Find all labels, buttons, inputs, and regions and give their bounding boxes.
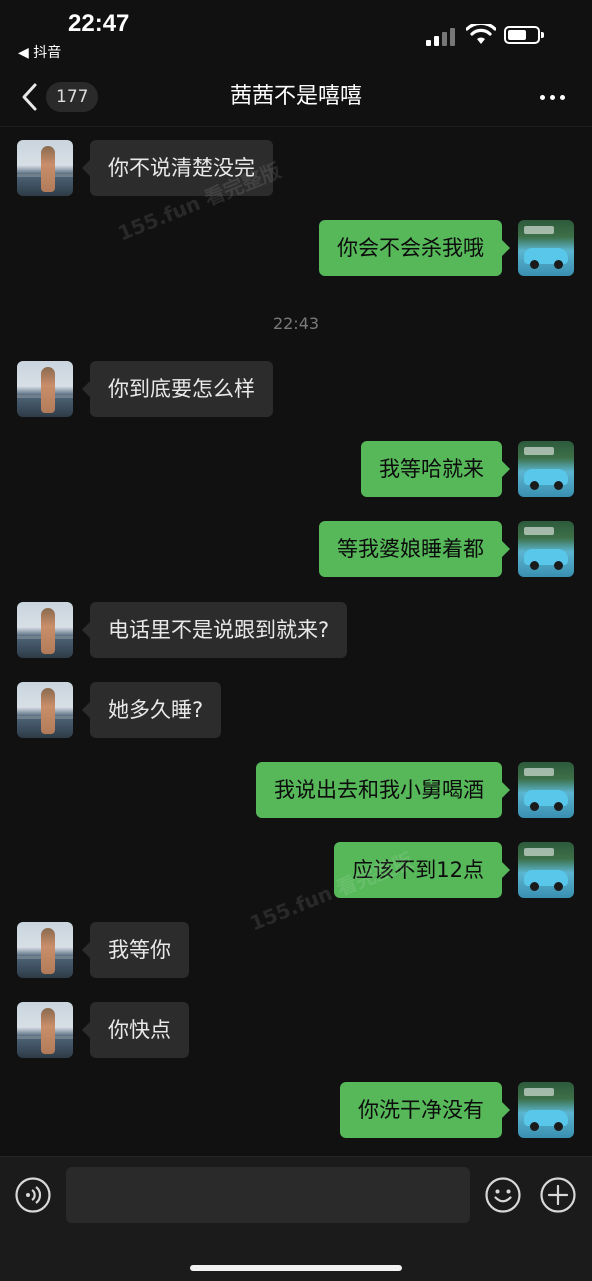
message-timestamp: 22:43 <box>272 314 320 333</box>
outgoing-message-bubble[interactable]: 我说出去和我小舅喝酒 <box>256 762 510 818</box>
incoming-message-bubble[interactable]: 她多久睡? <box>81 682 222 738</box>
message-row: 你快点 <box>0 1002 592 1062</box>
back-to-app-link[interactable]: ◀ 抖音 <box>18 42 61 62</box>
chat-header: 177 茜茜不是嘻嘻 <box>0 70 592 127</box>
contact-avatar[interactable] <box>17 140 73 196</box>
my-avatar[interactable] <box>518 441 574 497</box>
voice-icon[interactable] <box>15 1177 51 1213</box>
contact-avatar[interactable] <box>17 922 73 978</box>
my-avatar[interactable] <box>518 1082 574 1138</box>
wifi-icon <box>466 24 496 44</box>
status-bar: 22:47 ◀ 抖音 <box>0 0 592 70</box>
contact-avatar[interactable] <box>17 602 73 658</box>
message-row: 你会不会杀我哦 <box>0 220 592 280</box>
message-row: 你洗干净没有 <box>0 1082 592 1142</box>
my-avatar[interactable] <box>518 521 574 577</box>
plus-icon[interactable] <box>540 1177 576 1213</box>
message-row: 你不说清楚没完 <box>0 140 592 200</box>
incoming-message-bubble[interactable]: 电话里不是说跟到就来? <box>81 602 348 658</box>
message-row: 你到底要怎么样 <box>0 361 592 421</box>
outgoing-message-bubble[interactable]: 我等哈就来 <box>361 441 510 497</box>
message-row: 她多久睡? <box>0 682 592 742</box>
my-avatar[interactable] <box>518 842 574 898</box>
battery-icon <box>504 26 544 44</box>
outgoing-message-bubble[interactable]: 等我婆娘睡着都 <box>319 521 510 577</box>
outgoing-message-bubble[interactable]: 你洗干净没有 <box>340 1082 510 1138</box>
contact-avatar[interactable] <box>17 361 73 417</box>
message-row: 电话里不是说跟到就来? <box>0 602 592 662</box>
more-dots-icon[interactable] <box>538 86 568 108</box>
message-row: 我等你 <box>0 922 592 982</box>
message-row: 等我婆娘睡着都 <box>0 521 592 581</box>
message-input[interactable] <box>66 1167 470 1223</box>
my-avatar[interactable] <box>518 762 574 818</box>
home-indicator[interactable] <box>190 1265 402 1271</box>
message-row: 我等哈就来 <box>0 441 592 501</box>
emoji-icon[interactable] <box>485 1177 521 1213</box>
message-row: 我说出去和我小舅喝酒 <box>0 762 592 822</box>
contact-avatar[interactable] <box>17 1002 73 1058</box>
incoming-message-bubble[interactable]: 你快点 <box>82 1002 189 1058</box>
chat-title: 茜茜不是嘻嘻 <box>229 84 362 109</box>
outgoing-message-bubble[interactable]: 你会不会杀我哦 <box>319 220 510 276</box>
clock: 22:47 <box>68 10 130 37</box>
contact-avatar[interactable] <box>17 682 73 738</box>
my-avatar[interactable] <box>518 220 574 276</box>
signal-icon <box>426 28 458 46</box>
input-bar <box>0 1156 592 1281</box>
incoming-message-bubble[interactable]: 你到底要怎么样 <box>82 361 273 417</box>
message-list[interactable]: 你不说清楚没完 你会不会杀我哦 22:43 你到底要怎么样 我等哈就来 等我婆娘… <box>0 126 592 1156</box>
incoming-message-bubble[interactable]: 我等你 <box>82 922 189 978</box>
